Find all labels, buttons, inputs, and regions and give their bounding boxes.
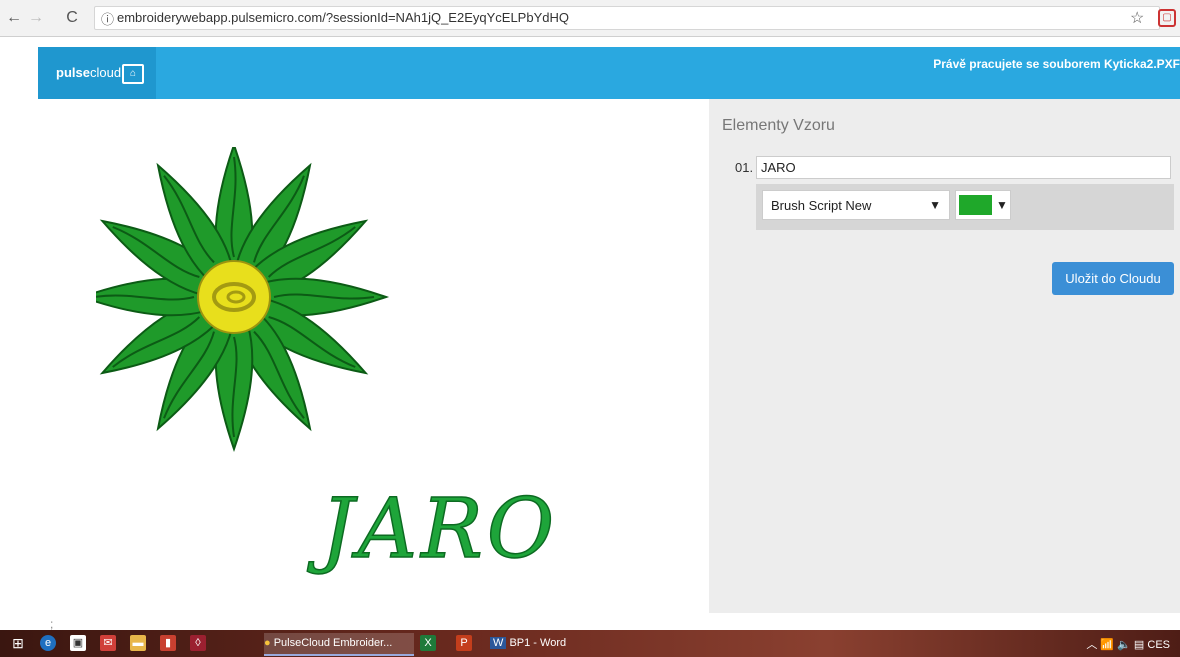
logo-text-bold: pulse [56,65,90,80]
task-chrome[interactable]: ● PulseCloud Embroider... [264,633,414,656]
font-select[interactable]: Brush Script New ▼ [762,190,950,220]
extension-icon[interactable]: ▢ [1158,9,1176,27]
shield-icon[interactable]: ◊ [190,635,206,651]
taskbar: ⊞ e ▣ ✉ ▬ ▮ ◊ ● PulseCloud Embroider... … [0,630,1180,657]
task-word[interactable]: W BP1 - Word [490,633,570,654]
bookmark-star-icon[interactable]: ☆ [1130,8,1144,28]
language-indicator[interactable]: CES [1147,639,1170,651]
font-select-value: Brush Script New [771,198,872,213]
pulsecloud-logo[interactable]: pulsecloud ⌂ [38,47,156,99]
notification-icon[interactable]: ▤ [1134,639,1144,651]
chrome-icon: ● [264,637,271,649]
cloud-logo-icon: ⌂ [122,64,144,84]
color-swatch [959,195,992,215]
design-lettering: JARO [307,482,558,577]
flower-icon [96,147,390,453]
excel-icon[interactable]: X [420,635,436,651]
logo-text-light: cloud [89,65,122,80]
address-url: embroiderywebapp.pulsemicro.com/?session… [117,10,569,25]
dropdown-arrow-icon: ▼ [929,198,941,212]
save-to-cloud-button[interactable]: Uložit do Cloudu [1052,262,1174,295]
mail-icon[interactable]: ✉ [100,635,116,651]
panel-title: Elementy Vzoru [722,117,835,134]
powerpoint-icon[interactable]: P [456,635,472,651]
scroll-marker: ; [50,617,54,631]
folder-icon[interactable]: ▬ [130,635,146,651]
chevron-up-icon[interactable]: ︿ [1086,639,1097,651]
forward-icon[interactable]: → [26,8,46,28]
address-bar[interactable]: ⓘ embroiderywebapp.pulsemicro.com/?sessi… [94,6,1160,30]
task-label: PulseCloud Embroider... [273,637,393,649]
windows-start-icon[interactable]: ⊞ [10,635,26,651]
browser-toolbar: ← → C ⓘ embroiderywebapp.pulsemicro.com/… [0,0,1180,37]
element-text-input[interactable]: JARO [756,156,1171,179]
system-tray: ︿ 📶 🔈 ▤ CES [1086,636,1170,652]
current-file-label: Právě pracujete se souborem Kyticka2.PXF [933,57,1180,71]
element-number: 01. [735,160,754,175]
color-select[interactable]: ▼ [955,190,1011,220]
app-page: pulsecloud ⌂ Právě pracujete se souborem… [0,37,1180,631]
app-header: pulsecloud ⌂ Právě pracujete se souborem… [38,47,1180,99]
word-icon: W [490,637,507,649]
element-style-row: Brush Script New ▼ ▼ [756,184,1174,230]
bookmark-app-icon[interactable]: ▮ [160,635,176,651]
volume-icon[interactable]: 🔈 [1117,639,1131,651]
info-icon: ⓘ [101,12,115,27]
network-icon[interactable]: 📶 [1100,639,1114,651]
flower-center [197,260,271,334]
edge-icon[interactable]: e [40,635,56,651]
task-label: BP1 - Word [509,637,567,649]
store-icon[interactable]: ▣ [70,635,86,651]
reload-icon[interactable]: C [62,8,82,28]
design-preview: JARO [96,147,558,578]
dropdown-arrow-icon: ▼ [996,198,1008,212]
design-elements-panel: Elementy Vzoru 01. JARO Brush Script New… [709,99,1180,613]
back-icon[interactable]: ← [4,8,24,28]
